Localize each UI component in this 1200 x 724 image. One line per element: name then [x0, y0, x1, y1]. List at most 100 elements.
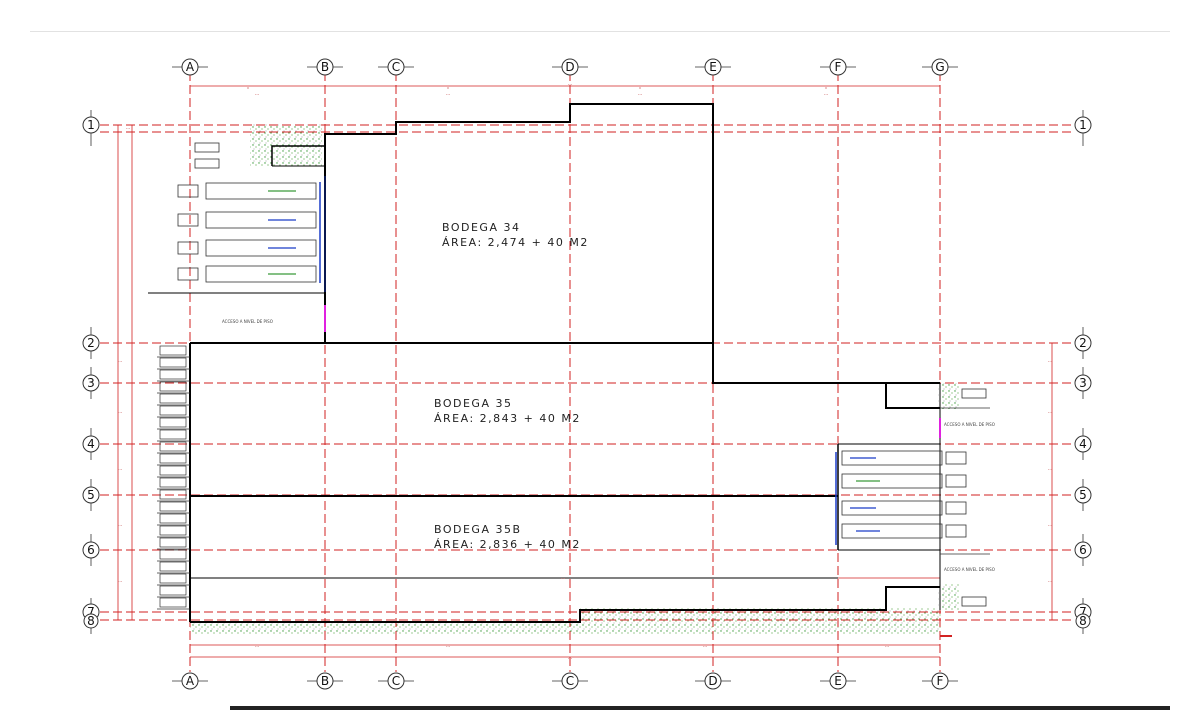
svg-text:···: ··· — [255, 92, 260, 98]
grid-bubble-right-6: 6 — [1074, 534, 1092, 566]
grid-bubble-top-d: D — [552, 58, 588, 76]
grid-bubble-top-g: G — [922, 58, 958, 76]
floor-plan: ··· ··· ··· ··· ··· ··· ··· ··· ··· ··· … — [82, 58, 1092, 690]
parked-car — [159, 441, 187, 452]
warehouse-34-area: ÁREA: 2,474 + 40 M2 — [442, 236, 589, 249]
loading-docks — [319, 176, 837, 545]
grid-bubble-bottom-b: B — [307, 672, 343, 690]
svg-text:···: ··· — [561, 576, 566, 582]
grid-label: A — [186, 60, 195, 74]
svg-text:···: ··· — [446, 644, 451, 650]
grid-label: 2 — [1079, 336, 1087, 350]
grid-label: 1 — [1079, 118, 1087, 132]
grid-bubble-top-c: C — [378, 58, 414, 76]
access-label-left: ACCESO A NIVEL DE PISO — [222, 319, 273, 324]
svg-text:···: ··· — [255, 644, 260, 650]
grid-bubble-top-e: E — [695, 58, 731, 76]
parked-car — [159, 549, 187, 560]
dimension-ticks — [247, 87, 827, 89]
grid-label: 4 — [87, 437, 95, 451]
grid-label: C — [392, 674, 400, 688]
parked-car — [159, 429, 187, 440]
truck-marks-left — [268, 190, 296, 275]
grid-label: C — [392, 60, 400, 74]
grid-label: 8 — [1079, 614, 1087, 628]
access-markers — [324, 305, 941, 438]
parked-car — [159, 393, 187, 404]
grid-label: G — [935, 60, 944, 74]
grid-label: F — [937, 674, 944, 688]
svg-text:···: ··· — [126, 126, 131, 132]
grid-bubble-left-5: 5 — [82, 479, 100, 511]
svg-text:···: ··· — [118, 410, 123, 416]
axis-grid-lines — [100, 72, 1075, 672]
svg-text:···: ··· — [118, 579, 123, 585]
svg-text:···: ··· — [1048, 467, 1053, 473]
svg-text:···: ··· — [1048, 523, 1053, 529]
grid-bubble-bottom-d: D — [695, 672, 731, 690]
grid-bubble-bottom-f: F — [922, 672, 958, 690]
grid-bubble-right-1: 1 — [1074, 110, 1092, 146]
parked-car — [159, 513, 187, 524]
grid-bubble-bottom-c2: C — [552, 672, 588, 690]
svg-text:···: ··· — [638, 92, 643, 98]
grid-bubble-bottom-a: A — [172, 672, 208, 690]
svg-text:···: ··· — [824, 92, 829, 98]
column-bubbles-bottom: A B C C D E F — [172, 672, 958, 690]
parked-car — [159, 477, 187, 488]
warehouse-35b-area: ÁREA: 2,836 + 40 M2 — [434, 538, 581, 551]
parked-car — [159, 597, 187, 608]
row-bubbles-right: 1 2 3 4 5 6 7 8 — [1074, 110, 1092, 634]
warehouse-35-name: BODEGA 35 — [434, 397, 512, 410]
svg-text:···: ··· — [1048, 410, 1053, 416]
grid-label: B — [321, 60, 329, 74]
warehouse-35-area: ÁREA: 2,843 + 40 M2 — [434, 412, 581, 425]
grid-bubble-left-6: 6 — [82, 534, 100, 566]
grid-bubble-top-b: B — [307, 58, 343, 76]
grid-label: 4 — [1079, 437, 1087, 451]
svg-text:···: ··· — [118, 467, 123, 473]
svg-text:···: ··· — [1048, 359, 1053, 365]
landscape-areas — [190, 124, 960, 634]
parked-car — [159, 561, 187, 572]
parked-car — [159, 405, 187, 416]
parked-car — [159, 525, 187, 536]
svg-text:···: ··· — [885, 644, 890, 650]
grid-bubble-left-3: 3 — [82, 367, 100, 399]
warehouse-35b-name: BODEGA 35B — [434, 523, 522, 536]
car-parking-stalls — [157, 345, 190, 610]
svg-text:···: ··· — [446, 92, 451, 98]
grid-label: B — [321, 674, 329, 688]
access-label-right-upper: ACCESO A NIVEL DE PISO — [944, 422, 995, 427]
warehouse-34-label: BODEGA 34 ÁREA: 2,474 + 40 M2 — [442, 221, 589, 249]
grid-label: F — [835, 60, 842, 74]
svg-text:···: ··· — [118, 523, 123, 529]
grid-bubble-right-5: 5 — [1074, 479, 1092, 511]
grid-label: 5 — [1079, 488, 1087, 502]
grid-label: 8 — [87, 614, 95, 628]
parked-car — [159, 537, 187, 548]
parked-car — [159, 417, 187, 428]
row-bubbles-left: 1 2 3 4 5 6 7 8 — [82, 110, 100, 634]
grid-bubble-top-f: F — [820, 58, 856, 76]
column-bubbles-top: A B C D E F G — [172, 58, 958, 76]
parked-car — [159, 585, 187, 596]
parked-car — [159, 345, 187, 356]
grid-label: E — [834, 674, 842, 688]
access-label-right-lower: ACCESO A NIVEL DE PISO — [944, 567, 995, 572]
grid-label: 3 — [87, 376, 95, 390]
parked-car — [159, 369, 187, 380]
svg-text:···: ··· — [1048, 579, 1053, 585]
grid-label: 6 — [87, 543, 95, 557]
grid-label: C — [566, 674, 574, 688]
grid-label: 3 — [1079, 376, 1087, 390]
grid-bubble-left-2: 2 — [82, 327, 100, 359]
svg-text:···: ··· — [703, 644, 708, 650]
grid-label: D — [708, 674, 717, 688]
grid-bubble-left-1: 1 — [82, 110, 100, 146]
parked-car — [159, 453, 187, 464]
grid-label: 5 — [87, 488, 95, 502]
svg-text:···: ··· — [118, 359, 123, 365]
grid-label: A — [186, 674, 195, 688]
grid-label: D — [565, 60, 574, 74]
